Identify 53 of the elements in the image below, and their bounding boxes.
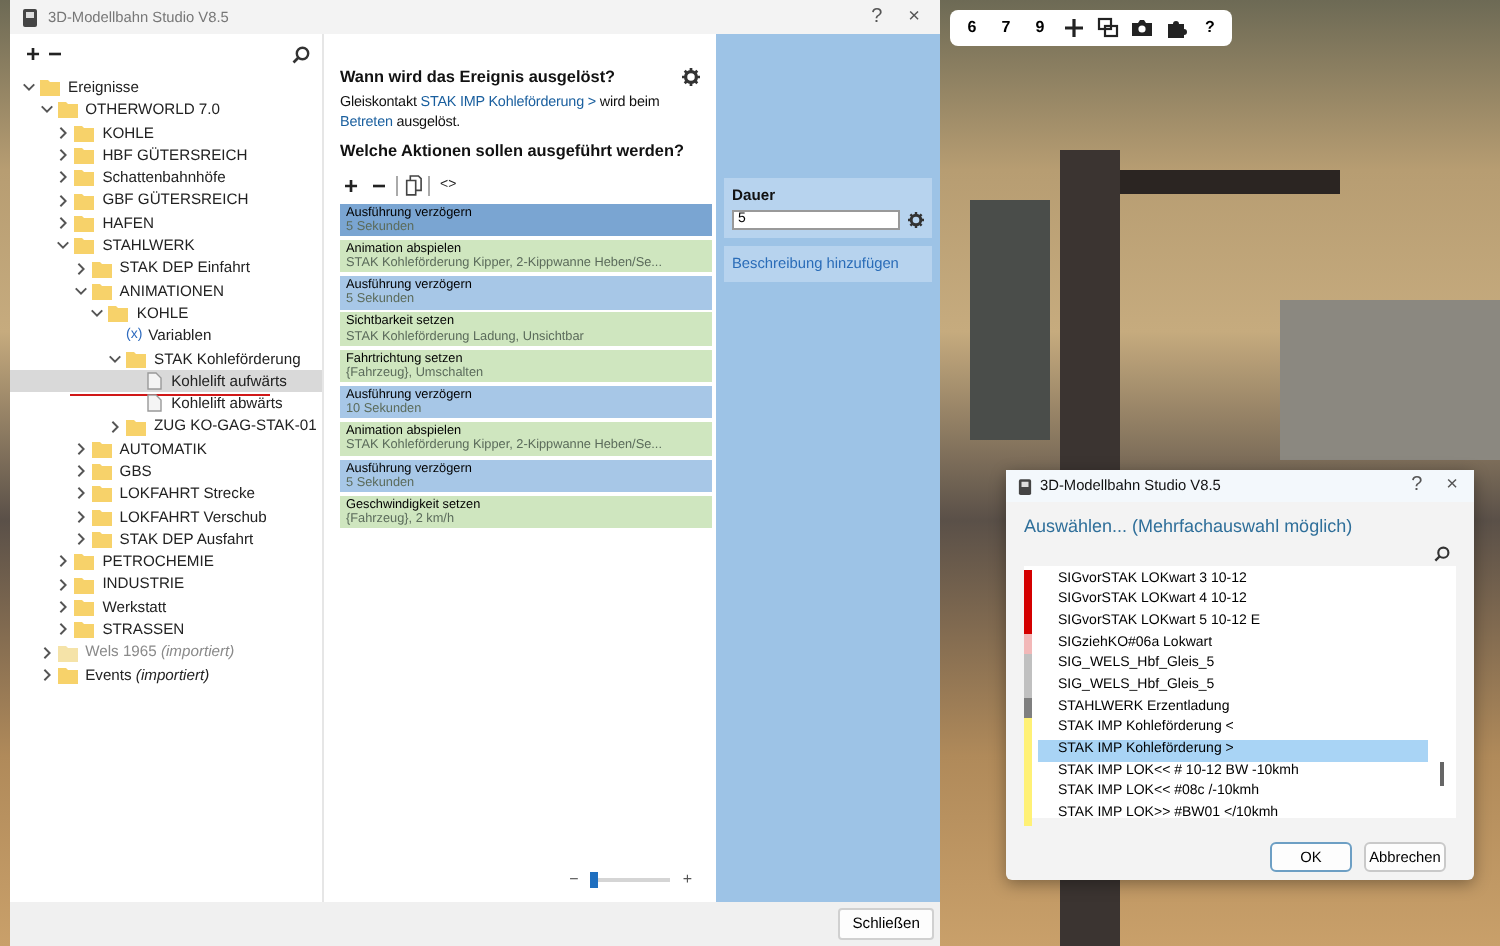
collapse-chevron-icon[interactable] xyxy=(108,351,122,366)
folder-icon xyxy=(74,168,95,187)
folder-icon xyxy=(57,643,78,662)
folder-icon xyxy=(74,213,95,232)
folder-icon xyxy=(74,620,95,639)
folder-icon xyxy=(108,304,129,323)
add-button[interactable]: + xyxy=(22,42,45,66)
help-button[interactable]: ? xyxy=(863,7,891,27)
toolbar-button[interactable]: ? xyxy=(1194,12,1226,44)
folder-icon xyxy=(91,507,112,526)
folder-icon xyxy=(91,530,112,549)
folder-icon xyxy=(74,575,95,594)
add-button[interactable]: + xyxy=(340,173,363,198)
folder-icon xyxy=(126,417,146,436)
folder-icon xyxy=(40,78,60,97)
close-button[interactable]: × xyxy=(1438,476,1466,496)
search-icon[interactable] xyxy=(1434,545,1450,561)
toolbar-button[interactable]: 6 xyxy=(956,12,988,44)
settings-icon[interactable] xyxy=(682,68,700,86)
section-heading: Welche Aktionen sollen ausgeführt werden? xyxy=(340,140,686,165)
folder-icon xyxy=(91,462,112,481)
remove-button[interactable]: − xyxy=(44,42,67,66)
section-heading: Wann wird das Ereignis ausgelöst? xyxy=(340,66,616,90)
expand-chevron-icon[interactable] xyxy=(108,419,122,434)
expand-chevron-icon[interactable] xyxy=(73,261,88,276)
dialog-heading: Auswählen... (Mehrfachauswahl möglich) xyxy=(1022,514,1355,540)
collapse-chevron-icon[interactable] xyxy=(56,238,71,253)
folder-icon xyxy=(74,191,95,210)
zoom-in-button[interactable]: + xyxy=(682,868,692,892)
folder-icon xyxy=(91,259,112,278)
toolbar-button[interactable]: 7 xyxy=(990,12,1022,44)
app-icon xyxy=(1018,477,1032,495)
folder-icon xyxy=(74,597,95,616)
folder-icon xyxy=(91,484,112,503)
zoom-out-button[interactable]: − xyxy=(569,868,579,892)
help-button[interactable]: ? xyxy=(1403,476,1431,496)
copy-icon[interactable] xyxy=(404,174,423,197)
folder-icon xyxy=(74,123,95,142)
settings-icon[interactable] xyxy=(908,212,924,229)
folder-icon xyxy=(91,439,112,458)
scrollbar-thumb[interactable] xyxy=(1440,761,1443,785)
close-button[interactable]: × xyxy=(900,7,928,27)
app-icon xyxy=(22,7,38,27)
search-icon[interactable] xyxy=(292,45,310,63)
remove-button[interactable]: − xyxy=(368,173,391,198)
slider-thumb[interactable] xyxy=(590,872,599,888)
folder-icon xyxy=(74,146,95,165)
toolbar-button[interactable]: 9 xyxy=(1024,12,1056,44)
folder-icon xyxy=(57,100,78,119)
folder-icon xyxy=(57,665,78,684)
folder-icon xyxy=(74,552,95,571)
folder-icon xyxy=(91,281,112,300)
folder-icon xyxy=(74,236,95,255)
